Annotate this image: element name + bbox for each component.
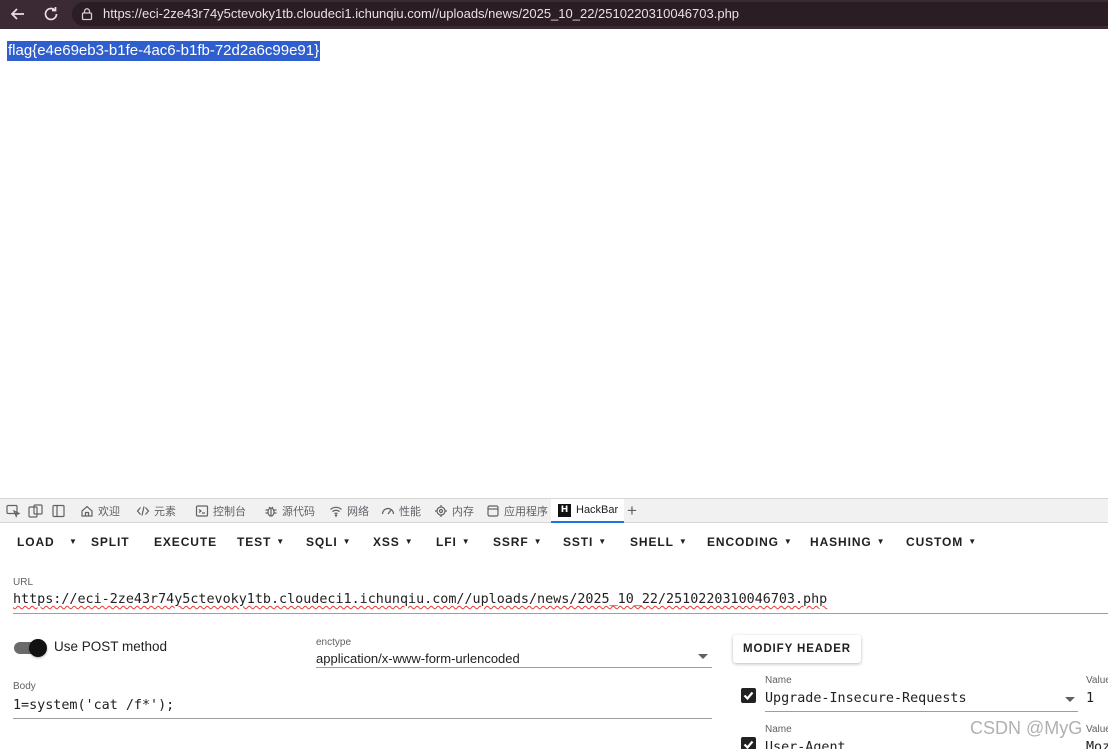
hackbar-icon: H <box>558 503 571 517</box>
tab-elements[interactable]: 元素 <box>136 499 176 523</box>
devtools-tab-bar: 欢迎 元素 控制台 源代码 网络 性能 内存 应用程序 H HackBar + <box>0 498 1108 523</box>
header-value-label: Value <box>1086 675 1108 686</box>
flag-text: flag{e4e69eb3-b1fe-4ac6-b1fb-72d2a6c99e9… <box>7 41 321 61</box>
address-bar[interactable]: https://eci-2ze43r74y5ctevoky1tb.cloudec… <box>72 2 1108 26</box>
bug-icon <box>264 504 278 518</box>
caret-down-icon: ▼ <box>533 537 543 546</box>
ssrf-menu[interactable]: SSRF ▼ <box>493 535 542 549</box>
load-button[interactable]: LOAD <box>17 535 55 549</box>
address-bar-url: https://eci-2ze43r74y5ctevoky1tb.cloudec… <box>103 6 740 21</box>
header-name-label: Name <box>765 724 792 735</box>
shell-menu[interactable]: SHELL ▼ <box>630 535 688 549</box>
tab-welcome[interactable]: 欢迎 <box>80 499 120 523</box>
caret-down-icon: ▼ <box>461 537 471 546</box>
enctype-label: enctype <box>316 637 352 648</box>
lock-icon <box>80 7 94 21</box>
tab-network[interactable]: 网络 <box>329 499 369 523</box>
add-tab-icon[interactable]: + <box>627 500 637 522</box>
ssti-menu[interactable]: SSTI ▼ <box>563 535 607 549</box>
header-name-label: Name <box>765 675 792 686</box>
header-checkbox[interactable] <box>741 688 756 703</box>
header-value-input[interactable]: Moz <box>1086 740 1108 749</box>
header-value-input[interactable]: 1 <box>1086 691 1094 706</box>
post-method-label: Use POST method <box>54 639 168 654</box>
check-icon <box>743 740 754 749</box>
caret-down-icon: ▼ <box>968 537 978 546</box>
body-input[interactable]: 1=system('cat /f*'); <box>13 698 174 713</box>
hackbar-toolbar: LOAD ▼ SPLIT EXECUTE TEST ▼ SQLI ▼ XSS ▼ LF… <box>0 524 1108 560</box>
caret-down-icon: ▼ <box>876 537 886 546</box>
sqli-menu[interactable]: SQLI ▼ <box>306 535 351 549</box>
header-name-input[interactable]: User-Agent <box>765 740 846 749</box>
post-method-toggle[interactable] <box>14 639 47 657</box>
caret-down-icon: ▼ <box>276 537 286 546</box>
reload-icon <box>44 7 58 21</box>
url-input-underline <box>13 613 1108 614</box>
header-name-input[interactable]: Upgrade-Insecure-Requests <box>765 691 967 706</box>
chevron-down-icon[interactable] <box>1065 697 1075 702</box>
tab-sources[interactable]: 源代码 <box>264 499 315 523</box>
back-button[interactable] <box>5 2 31 26</box>
toggle-knob <box>29 639 47 657</box>
inspect-element-icon[interactable] <box>6 504 21 518</box>
code-icon <box>136 504 150 518</box>
browser-toolbar: https://eci-2ze43r74y5ctevoky1tb.cloudec… <box>0 0 1108 29</box>
check-icon <box>743 691 754 701</box>
url-input[interactable]: https://eci-2ze43r74y5ctevoky1tb.cloudec… <box>13 592 827 607</box>
watermark: CSDN @MyG <box>970 718 1083 738</box>
caret-down-icon: ▼ <box>678 537 688 546</box>
xss-menu[interactable]: XSS ▼ <box>373 535 414 549</box>
back-arrow-icon <box>10 8 24 20</box>
tab-performance[interactable]: 性能 <box>381 499 421 523</box>
caret-down-icon: ▼ <box>404 537 414 546</box>
tab-memory[interactable]: 内存 <box>434 499 474 523</box>
tab-application[interactable]: 应用程序 <box>486 499 548 523</box>
tab-console[interactable]: 控制台 <box>195 499 246 523</box>
custom-menu[interactable]: CUSTOM ▼ <box>906 535 977 549</box>
encoding-menu[interactable]: ENCODING ▼ <box>707 535 793 549</box>
hashing-menu[interactable]: HASHING ▼ <box>810 535 885 549</box>
performance-icon <box>381 504 395 518</box>
devtools-panel: 欢迎 元素 控制台 源代码 网络 性能 内存 应用程序 H HackBar + … <box>0 498 1108 749</box>
header-checkbox[interactable] <box>741 737 756 749</box>
reload-button[interactable] <box>38 2 64 26</box>
caret-down-icon: ▼ <box>783 537 793 546</box>
header-value-label: Value <box>1086 724 1108 735</box>
url-label: URL <box>13 577 34 588</box>
test-menu[interactable]: TEST ▼ <box>237 535 285 549</box>
memory-icon <box>434 504 448 518</box>
home-icon <box>80 504 94 518</box>
device-emulation-icon[interactable] <box>28 504 43 518</box>
console-icon <box>195 504 209 518</box>
enctype-select[interactable]: application/x-www-form-urlencoded <box>316 651 520 666</box>
header-name-underline <box>765 711 1078 712</box>
lfi-menu[interactable]: LFI ▼ <box>436 535 471 549</box>
caret-down-icon: ▼ <box>69 537 78 546</box>
caret-down-icon: ▼ <box>598 537 608 546</box>
body-label: Body <box>13 681 36 692</box>
dock-side-icon[interactable] <box>51 504 66 518</box>
split-button[interactable]: SPLIT <box>91 535 130 549</box>
execute-button[interactable]: EXECUTE <box>154 535 217 549</box>
body-input-underline <box>13 718 712 719</box>
enctype-underline <box>316 667 712 668</box>
wifi-icon <box>329 504 343 518</box>
application-icon <box>486 504 500 518</box>
chevron-down-icon[interactable] <box>698 654 708 659</box>
load-dropdown-button[interactable]: ▼ <box>64 535 78 549</box>
caret-down-icon: ▼ <box>342 537 352 546</box>
modify-header-button[interactable]: MODIFY HEADER <box>733 635 861 663</box>
tab-hackbar[interactable]: H HackBar <box>551 499 625 523</box>
